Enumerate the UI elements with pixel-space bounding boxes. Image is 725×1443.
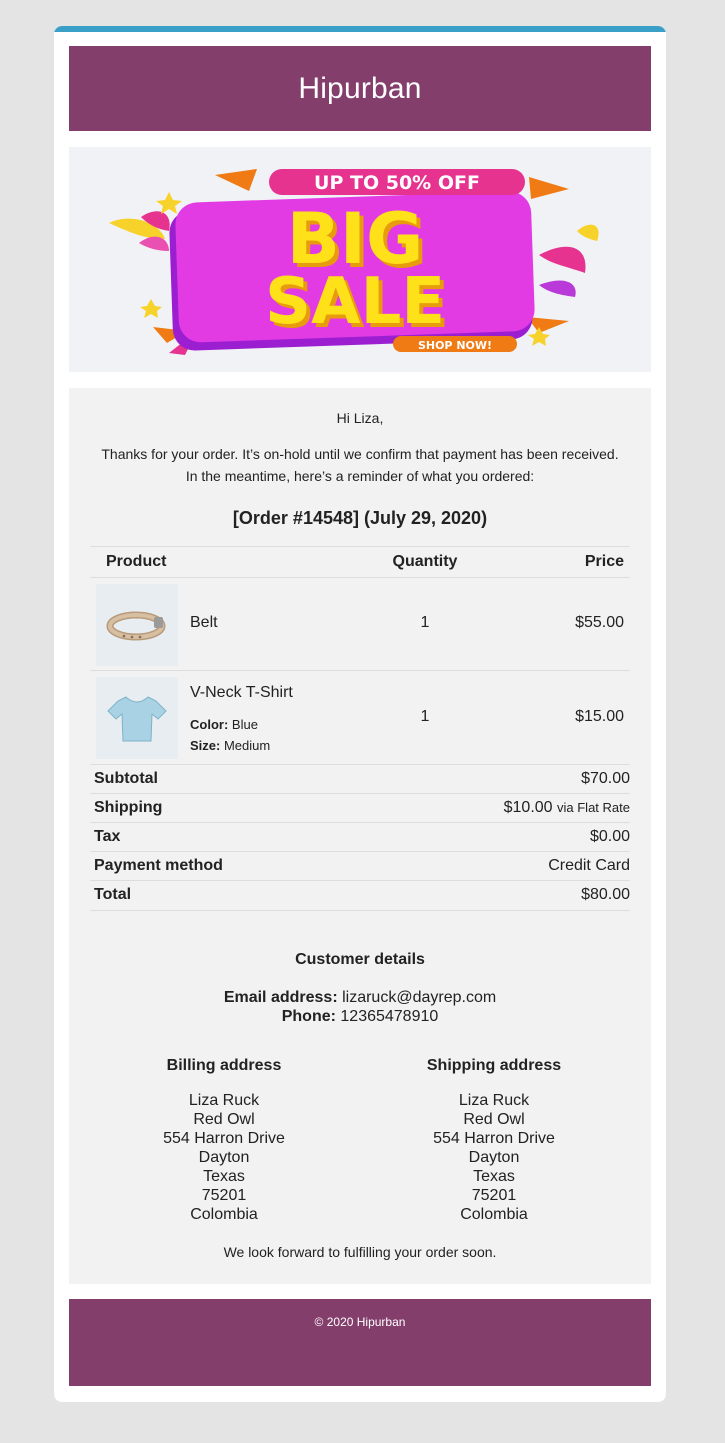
order-heading: [Order #14548] (July 29, 2020) — [232, 508, 488, 528]
tax-value: $0.00 — [589, 828, 630, 845]
item-quantity: 1 — [420, 614, 430, 631]
big-sale-banner-image: UP TO 50% OFF BIG BIG SALE SALE SHOP NOW… — [109, 169, 599, 355]
shipping-amount: $10.00 — [503, 799, 553, 816]
intro-line-2: In the meantime, here’s a reminder of wh… — [185, 468, 535, 484]
tax-label: Tax — [94, 828, 121, 845]
col-price: Price — [584, 553, 624, 570]
belt-image[interactable] — [96, 584, 178, 666]
billing-address: Billing address Liza Ruck Red Owl 554 Ha… — [114, 1057, 334, 1224]
billing-line: Liza Ruck — [188, 1092, 260, 1109]
table-header-row: Product Quantity Price — [90, 546, 630, 578]
shipping-value: $10.00 via Flat Rate — [504, 799, 630, 817]
shipping-line: Colombia — [460, 1206, 528, 1223]
payment-method-label: Payment method — [94, 857, 223, 874]
billing-line: Dayton — [198, 1149, 250, 1166]
shipping-line: Texas — [473, 1168, 515, 1185]
svg-text:SHOP NOW!: SHOP NOW! — [418, 339, 492, 352]
table-row: V-Neck T-Shirt Color: Blue Size: Medium … — [90, 670, 630, 764]
item-name: Belt — [190, 614, 218, 631]
item-price: $15.00 — [575, 708, 624, 725]
customer-phone: Phone: 12365478910 — [69, 1008, 651, 1026]
total-label: Total — [94, 886, 132, 903]
email-card: Hipurban UP TO 50% OFF BIG BIG SALE SALE… — [54, 26, 666, 1402]
size-label: Size: — [190, 738, 221, 753]
payment-method-value: Credit Card — [548, 857, 630, 874]
shipping-row: Shipping $10.00 via Flat Rate — [90, 793, 630, 823]
intro-line-1: Thanks for your order. It’s on-hold unti… — [101, 446, 619, 462]
tshirt-image[interactable] — [96, 677, 178, 759]
card-top-accent — [54, 26, 666, 32]
size-value: Medium — [223, 738, 271, 753]
item-quantity: 1 — [420, 708, 430, 725]
svg-text:UP TO 50% OFF: UP TO 50% OFF — [314, 172, 480, 194]
shipping-method: via Flat Rate — [557, 800, 630, 815]
billing-line: Colombia — [190, 1206, 258, 1223]
customer-email: Email address: lizaruck@dayrep.com — [69, 989, 651, 1007]
item-price: $55.00 — [575, 614, 624, 631]
shipping-line: Dayton — [468, 1149, 520, 1166]
order-table: Product Quantity Price Belt 1 $55.00 V-N… — [90, 546, 630, 762]
email-content: Hi Liza, Thanks for your order. It’s on-… — [69, 388, 651, 1284]
total-value: $80.00 — [581, 886, 630, 903]
phone-label: Phone: — [281, 1008, 336, 1025]
billing-line: 554 Harron Drive — [163, 1130, 285, 1147]
store-title: Hipurban — [298, 71, 422, 105]
total-row: Total $80.00 — [90, 880, 630, 911]
closing-text: We look forward to fulfilling your order… — [223, 1244, 497, 1260]
shipping-address: Shipping address Liza Ruck Red Owl 554 H… — [384, 1057, 604, 1224]
shipping-line: 554 Harron Drive — [433, 1130, 555, 1147]
belt-icon — [106, 611, 166, 641]
color-value: Blue — [231, 717, 258, 732]
phone-link[interactable]: 12365478910 — [340, 1008, 438, 1025]
color-label: Color: — [190, 717, 229, 732]
billing-line: Red Owl — [193, 1111, 255, 1128]
col-quantity: Quantity — [392, 553, 458, 570]
intro-text: Thanks for your order. It’s on-hold unti… — [69, 443, 651, 487]
item-color: Color: Blue — [190, 717, 258, 732]
customer-details-title: Customer details — [295, 951, 425, 968]
billing-line: Texas — [203, 1168, 245, 1185]
item-size: Size: Medium — [190, 738, 270, 753]
email-header: Hipurban — [69, 46, 651, 131]
email-link[interactable]: lizaruck@dayrep.com — [342, 989, 496, 1006]
shipping-label: Shipping — [94, 799, 163, 816]
subtotal-value: $70.00 — [581, 770, 630, 787]
tshirt-icon — [107, 696, 167, 742]
item-name: V-Neck T-Shirt — [190, 684, 293, 701]
email-footer: © 2020 Hipurban — [69, 1299, 651, 1386]
shipping-address-title: Shipping address — [426, 1057, 562, 1074]
shipping-line: Liza Ruck — [458, 1092, 530, 1109]
shipping-line: 75201 — [471, 1187, 517, 1204]
billing-line: 75201 — [201, 1187, 247, 1204]
totals-table: Subtotal $70.00 Shipping $10.00 via Flat… — [90, 764, 630, 911]
payment-method-row: Payment method Credit Card — [90, 851, 630, 881]
billing-address-title: Billing address — [166, 1057, 282, 1074]
tax-row: Tax $0.00 — [90, 822, 630, 852]
subtotal-label: Subtotal — [94, 770, 158, 787]
greeting: Hi Liza, — [336, 410, 384, 426]
footer-copyright: © 2020 Hipurban — [314, 1315, 406, 1329]
table-row: Belt 1 $55.00 — [90, 577, 630, 671]
col-product: Product — [106, 553, 167, 570]
subtotal-row: Subtotal $70.00 — [90, 764, 630, 794]
svg-text:SALE: SALE — [265, 265, 445, 339]
email-label: Email address: — [223, 989, 338, 1006]
shipping-line: Red Owl — [463, 1111, 525, 1128]
sale-banner[interactable]: UP TO 50% OFF BIG BIG SALE SALE SHOP NOW… — [69, 147, 651, 372]
